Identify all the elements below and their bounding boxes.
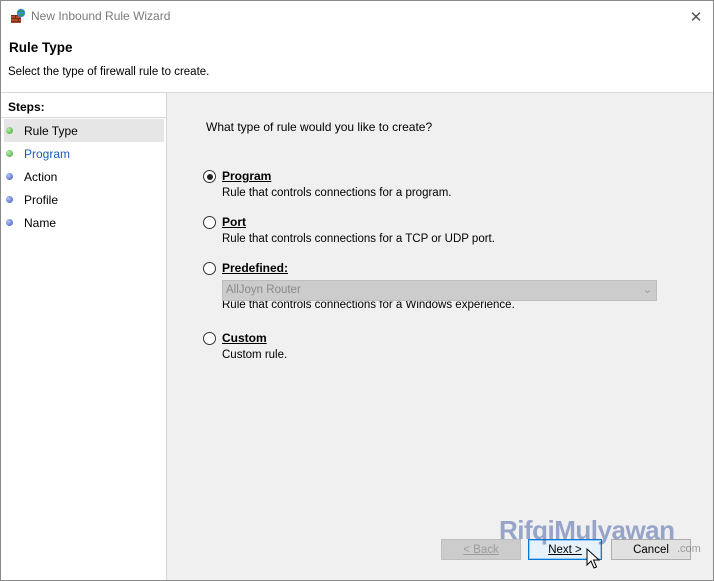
option-label[interactable]: Port [222, 215, 246, 229]
back-button[interactable]: < Back [441, 539, 521, 560]
dropdown-value: AllJoyn Router [226, 284, 301, 296]
close-icon: ✕ [689, 8, 703, 26]
step-label: Name [24, 215, 57, 230]
option-description: Custom rule. [222, 349, 288, 361]
step-label: Action [24, 169, 58, 184]
step-program[interactable]: Program [4, 142, 164, 165]
predefined-dropdown[interactable]: AllJoyn Router ⌄ [222, 280, 657, 301]
close-button[interactable]: ✕ [679, 1, 713, 32]
option-description: Rule that controls connections for a TCP… [222, 233, 495, 245]
mouse-pointer-icon [586, 548, 600, 569]
firewall-app-icon [11, 8, 26, 23]
window-title: New Inbound Rule Wizard [31, 9, 171, 23]
program-radio[interactable] [203, 170, 216, 183]
steps-divider [1, 117, 166, 118]
predefined-radio[interactable] [203, 262, 216, 275]
step-pending-dot-icon [6, 196, 13, 203]
step-name: Name [4, 211, 164, 234]
steps-heading: Steps: [8, 100, 45, 114]
step-label: Rule Type [24, 123, 78, 138]
step-complete-dot-icon [6, 150, 13, 157]
chevron-down-icon: ⌄ [642, 284, 652, 296]
port-radio[interactable] [203, 216, 216, 229]
steps-panel: Steps: Rule Type Program Action Profile … [1, 93, 167, 580]
step-action: Action [4, 165, 164, 188]
step-rule-type[interactable]: Rule Type [4, 119, 164, 142]
wizard-window: New Inbound Rule Wizard ✕ Rule Type Sele… [0, 0, 714, 581]
step-complete-dot-icon [6, 127, 13, 134]
content-panel: What type of rule would you like to crea… [167, 93, 713, 580]
cancel-button[interactable]: Cancel [611, 539, 691, 560]
rule-type-question: What type of rule would you like to crea… [206, 120, 433, 134]
step-pending-dot-icon [6, 219, 13, 226]
step-label: Program [24, 146, 71, 161]
page-title: Rule Type [9, 40, 73, 55]
step-pending-dot-icon [6, 173, 13, 180]
option-label[interactable]: Program [222, 169, 271, 183]
step-profile: Profile [4, 188, 164, 211]
page-subtitle: Select the type of firewall rule to crea… [8, 66, 210, 78]
option-description: Rule that controls connections for a pro… [222, 187, 452, 199]
step-label: Profile [24, 192, 59, 207]
custom-radio[interactable] [203, 332, 216, 345]
option-label[interactable]: Predefined: [222, 261, 288, 275]
option-label[interactable]: Custom [222, 331, 267, 345]
wizard-header: Rule Type Select the type of firewall ru… [1, 32, 713, 93]
title-bar: New Inbound Rule Wizard ✕ [1, 1, 713, 32]
